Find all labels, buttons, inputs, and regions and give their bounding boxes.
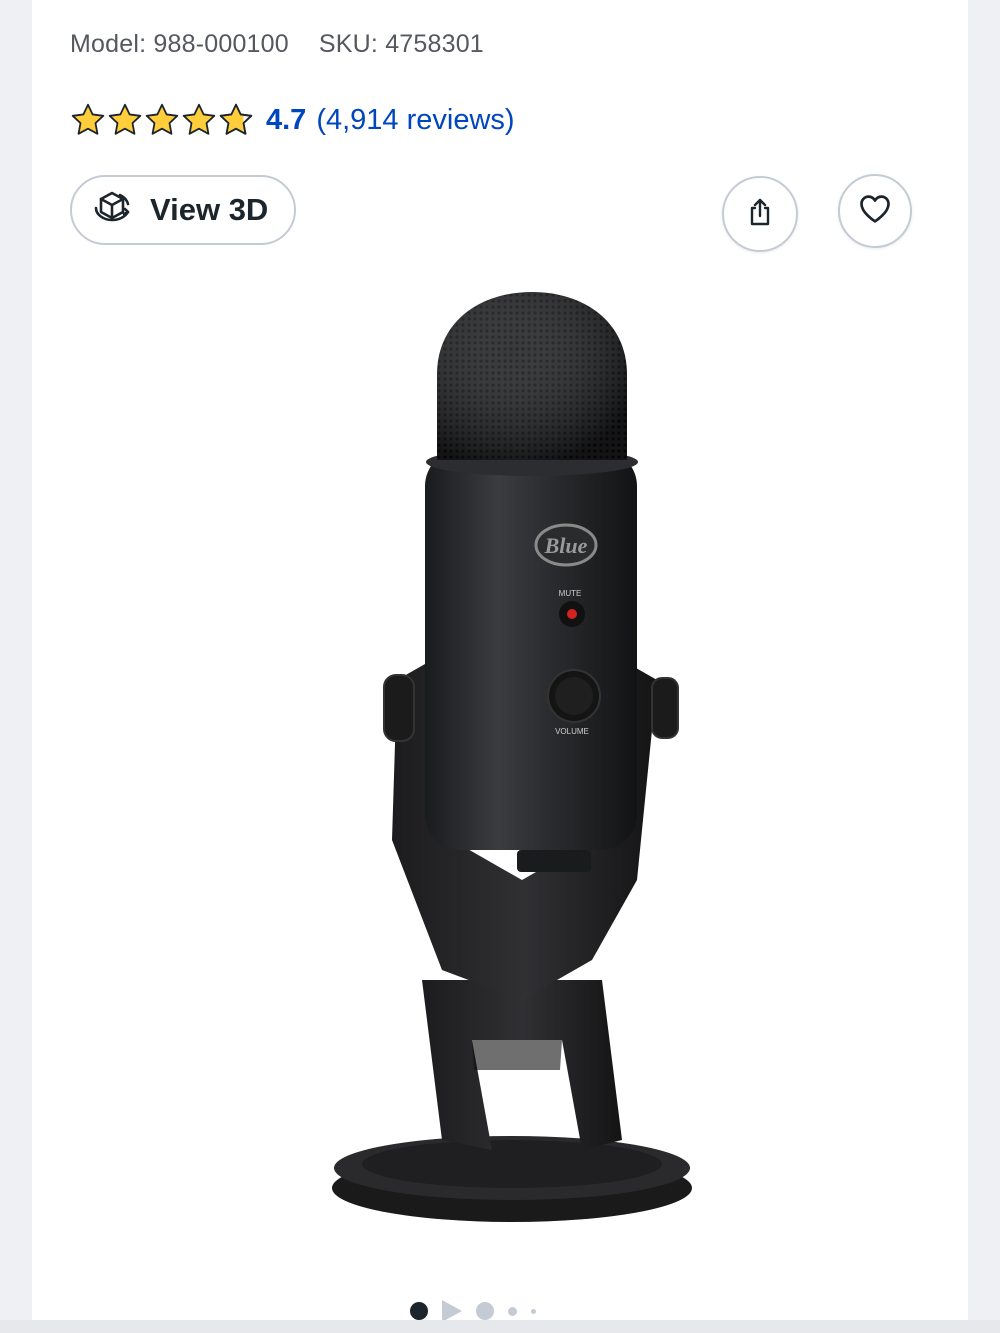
sku-value: 4758301 [385,30,484,58]
carousel-dot[interactable] [476,1302,494,1320]
rating-summary[interactable]: 4.7 (4,914 reviews) [70,98,515,142]
view-3d-button[interactable]: View 3D [70,175,296,245]
heart-icon [857,191,893,232]
star-partial-icon [218,102,254,138]
rating-value: 4.7 [266,103,307,136]
sku-number: SKU: 4758301 [319,30,484,59]
favorite-button[interactable] [838,174,912,248]
star-icon [107,102,143,138]
star-icon [144,102,180,138]
carousel-dot[interactable] [508,1306,517,1316]
logo-text: Blue [544,533,588,558]
carousel-dot[interactable] [531,1308,536,1314]
rotate-3d-icon [92,188,132,233]
model-number: Model: 988-000100 [70,30,289,59]
reviews-link[interactable]: (4,914 reviews) [316,104,514,137]
view-3d-label: View 3D [150,192,269,227]
product-card: Model: 988-000100 SKU: 4758301 4.7 (4,91… [32,0,968,1322]
sku-label: SKU: [318,30,379,58]
share-icon [744,196,776,233]
star-rating [70,102,254,138]
mute-label: MUTE [559,589,582,598]
star-icon [181,102,217,138]
volume-label: VOLUME [555,727,589,736]
bottom-divider [0,1320,1000,1333]
model-value: 988-000100 [153,30,289,58]
product-image[interactable]: Blue MUTE VOLUME [322,280,702,1240]
share-button[interactable] [722,176,798,252]
model-label: Model: [70,30,147,58]
video-play-icon[interactable] [442,1300,462,1322]
carousel-dot-active[interactable] [410,1302,428,1320]
star-icon [70,102,106,138]
product-meta: Model: 988-000100 SKU: 4758301 [70,30,484,59]
